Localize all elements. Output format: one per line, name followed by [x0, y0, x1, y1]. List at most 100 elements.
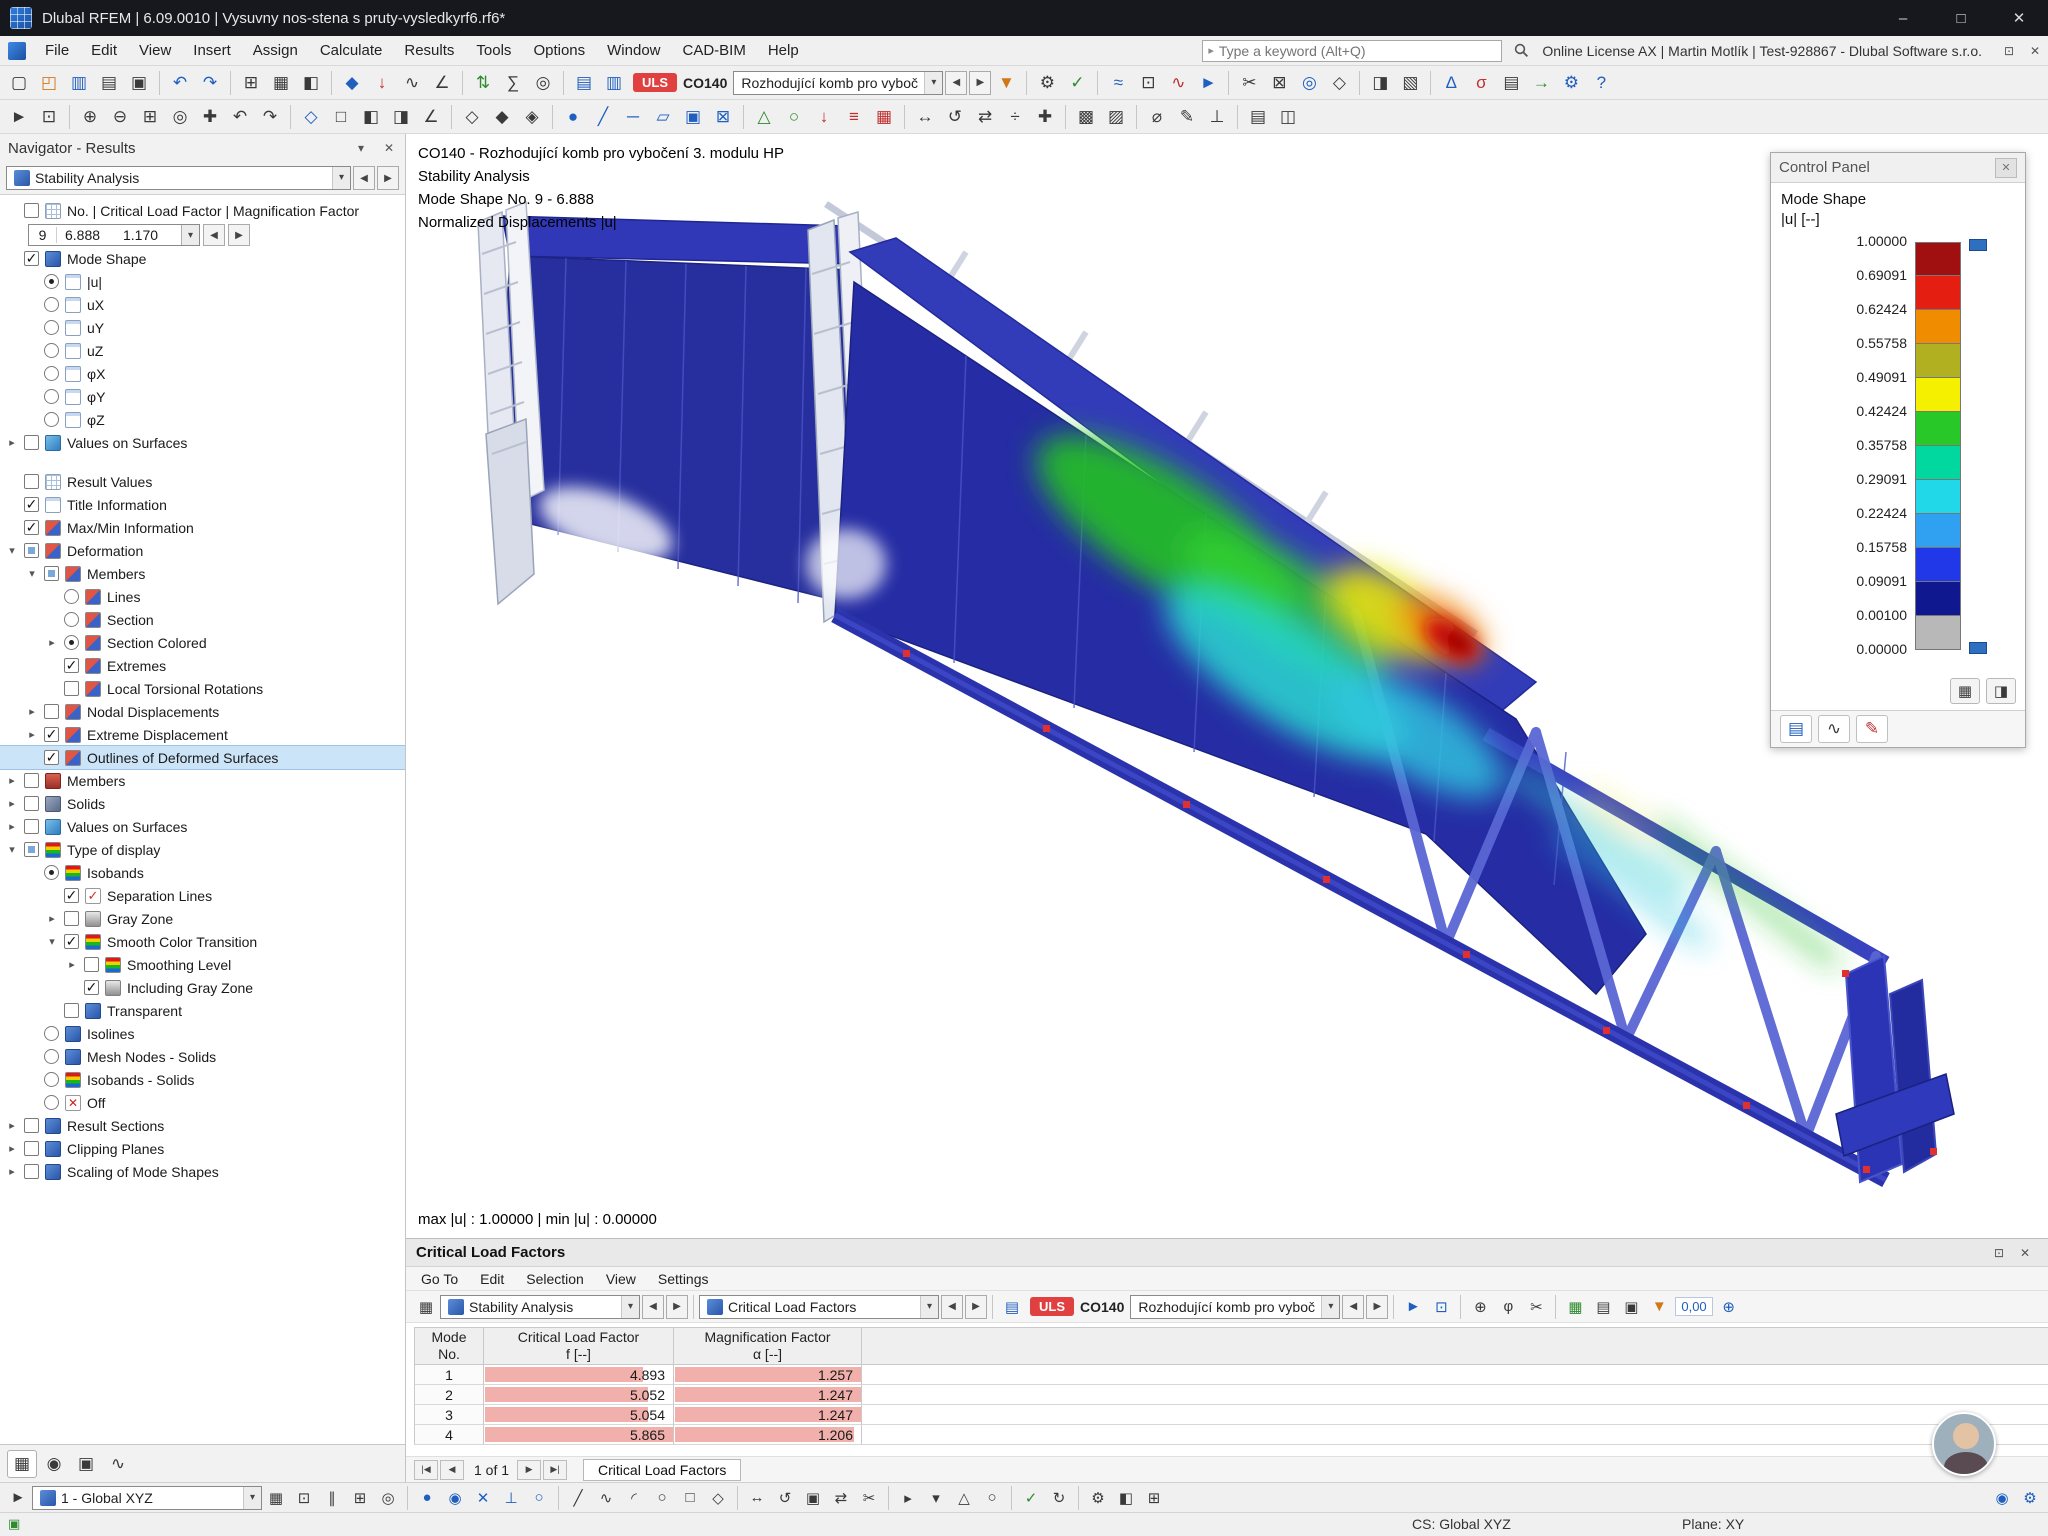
tree-item-title-information[interactable]: Title Information	[0, 493, 405, 516]
expander-icon[interactable]: ▸	[4, 1165, 20, 1178]
tree-item-extremes[interactable]: Extremes	[0, 654, 405, 677]
radio-button[interactable]	[44, 865, 59, 880]
control-panel-header[interactable]: Control Panel ✕	[1771, 153, 2025, 183]
new-line-icon[interactable]: ╱	[589, 103, 617, 131]
last-page-button[interactable]: ▶|	[543, 1459, 568, 1480]
radio-button[interactable]	[64, 635, 79, 650]
first-page-button[interactable]: |◀	[414, 1459, 438, 1480]
chevron-down-icon[interactable]: ▾	[920, 1295, 938, 1318]
checkbox[interactable]	[44, 749, 59, 766]
tree-item-transparent[interactable]: Transparent	[0, 999, 405, 1022]
radio-button[interactable]	[44, 366, 59, 381]
tree-item-separation-lines[interactable]: Separation Lines	[0, 884, 405, 907]
radio-button[interactable]	[44, 343, 59, 358]
draw-line-icon[interactable]: ╱	[565, 1485, 591, 1511]
program-settings-icon[interactable]: ⚙	[1557, 69, 1585, 97]
expander-icon[interactable]: ▸	[24, 728, 40, 741]
new-member-icon[interactable]: ─	[619, 103, 647, 131]
tree-item-outlines-of-deformed-surfaces[interactable]: Outlines of Deformed Surfaces	[0, 745, 405, 770]
new-model-icon[interactable]: ▢	[5, 69, 33, 97]
radio-button[interactable]	[64, 612, 79, 627]
view-xz-icon[interactable]: ◧	[357, 103, 385, 131]
tree-item-smoothing-level[interactable]: ▸ Smoothing Level	[0, 953, 405, 976]
menu-options[interactable]: Options	[522, 36, 596, 66]
tree-item-max-min-information[interactable]: Max/Min Information	[0, 516, 405, 539]
display-properties-icon[interactable]: ▧	[1396, 69, 1424, 97]
draw-arc-icon[interactable]: ◜	[621, 1485, 647, 1511]
expander-icon[interactable]: ▸	[4, 1142, 20, 1155]
render-mode-icon[interactable]: ◨	[1366, 69, 1394, 97]
next-view-icon[interactable]: ↷	[256, 103, 284, 131]
tree-item-section-colored[interactable]: ▸ Section Colored	[0, 631, 405, 654]
move-copy-icon[interactable]: ↔	[911, 103, 939, 131]
display-options-icon[interactable]: ◫	[1274, 103, 1302, 131]
fullscreen-graphic-icon[interactable]: ⊞	[1141, 1485, 1167, 1511]
radio-button[interactable]	[64, 589, 79, 604]
checkbox[interactable]	[64, 887, 79, 904]
redo-icon[interactable]: ↷	[196, 69, 224, 97]
previous-combination-button[interactable]: ◀	[945, 70, 968, 95]
tree-item-ux[interactable]: uX	[0, 293, 405, 316]
tree-item-uz[interactable]: uZ	[0, 339, 405, 362]
checkbox[interactable]	[84, 957, 99, 972]
export-excel-icon[interactable]: ▦	[1562, 1294, 1588, 1320]
panels-toggle-icon[interactable]: ◧	[297, 69, 325, 97]
checkbox[interactable]	[64, 657, 79, 674]
chevron-down-icon[interactable]: ▾	[924, 71, 943, 94]
select-pointer-icon[interactable]: ►	[5, 103, 33, 131]
new-surface-icon[interactable]: ▱	[649, 103, 677, 131]
generate-mesh-icon[interactable]: ▩	[1072, 103, 1100, 131]
previous-view-icon[interactable]: ↶	[226, 103, 254, 131]
checkbox[interactable]	[24, 1141, 39, 1156]
new-solid-icon[interactable]: ▣	[679, 103, 707, 131]
sync-selection-icon[interactable]: ⊡	[1428, 1294, 1454, 1320]
checkbox[interactable]	[24, 203, 39, 218]
check-model-icon[interactable]: ✓	[1063, 69, 1091, 97]
rotate-icon[interactable]: ↺	[941, 103, 969, 131]
menu-cad-bim[interactable]: CAD-BIM	[672, 36, 757, 66]
chevron-down-icon[interactable]: ▾	[181, 224, 199, 245]
stability-addon-icon[interactable]: Δ	[1437, 69, 1465, 97]
open-model-icon[interactable]: ◰	[35, 69, 63, 97]
mode-selector[interactable]: 9 6.888 1.170 ▾	[28, 223, 200, 246]
checkbox[interactable]	[24, 474, 39, 489]
auto-hide-icon[interactable]: ▾	[349, 137, 373, 159]
printout-report-icon[interactable]: ▣	[125, 69, 153, 97]
checkbox[interactable]	[24, 543, 39, 558]
tree-item-result-sections[interactable]: ▸ Result Sections	[0, 1114, 405, 1137]
hide-selection-icon[interactable]: ○	[979, 1485, 1005, 1511]
previous-analysis-button[interactable]: ◀	[353, 166, 375, 190]
coordinate-system-combo[interactable]: 1 - Global XYZ ▾	[32, 1485, 262, 1510]
float-panel-icon[interactable]: ⊡	[1986, 1242, 2012, 1264]
radio-button[interactable]	[44, 1026, 59, 1041]
tree-item-uy[interactable]: uY	[0, 316, 405, 339]
cut-rows-icon[interactable]: ✂	[1523, 1294, 1549, 1320]
load-case-icon[interactable]: ▤	[999, 1294, 1025, 1320]
expander-icon[interactable]: ▾	[4, 544, 20, 557]
zoom-in-icon[interactable]: ⊕	[76, 103, 104, 131]
load-cases-icon[interactable]: ⇅	[469, 69, 497, 97]
model-data-icon[interactable]: ◆	[338, 69, 366, 97]
navigator-close-icon[interactable]: ✕	[377, 137, 401, 159]
draw-polygon-icon[interactable]: ◇	[705, 1485, 731, 1511]
expander-icon[interactable]: ▸	[4, 436, 20, 449]
data-navigator-tab-icon[interactable]: ▦	[7, 1449, 37, 1478]
snap-node-icon[interactable]: ●	[414, 1485, 440, 1511]
result-diagrams-icon[interactable]: ∿	[1164, 69, 1192, 97]
analysis-type-combo[interactable]: Stability Analysis ▾	[6, 166, 351, 190]
result-values-icon[interactable]: ⊡	[1134, 69, 1162, 97]
solid-render-icon[interactable]: ◆	[488, 103, 516, 131]
transparent-render-icon[interactable]: ◈	[518, 103, 546, 131]
result-xyz-icon[interactable]: φ	[1495, 1294, 1521, 1320]
close-button[interactable]: ✕	[1990, 0, 2048, 36]
radio-button[interactable]	[44, 1049, 59, 1064]
results-menu-settings[interactable]: Settings	[647, 1271, 720, 1287]
stress-analysis-icon[interactable]: σ	[1467, 69, 1495, 97]
filter-tab-icon[interactable]: ∿	[1818, 715, 1850, 743]
menu-help[interactable]: Help	[757, 36, 810, 66]
tree-item-isobands[interactable]: Isobands	[0, 861, 405, 884]
combination-icon[interactable]: ▥	[600, 69, 628, 97]
snap-intersection-icon[interactable]: ✕	[470, 1485, 496, 1511]
ortho-mode-icon[interactable]: ∥	[319, 1485, 345, 1511]
previous-table-button[interactable]: ◀	[941, 1294, 963, 1319]
